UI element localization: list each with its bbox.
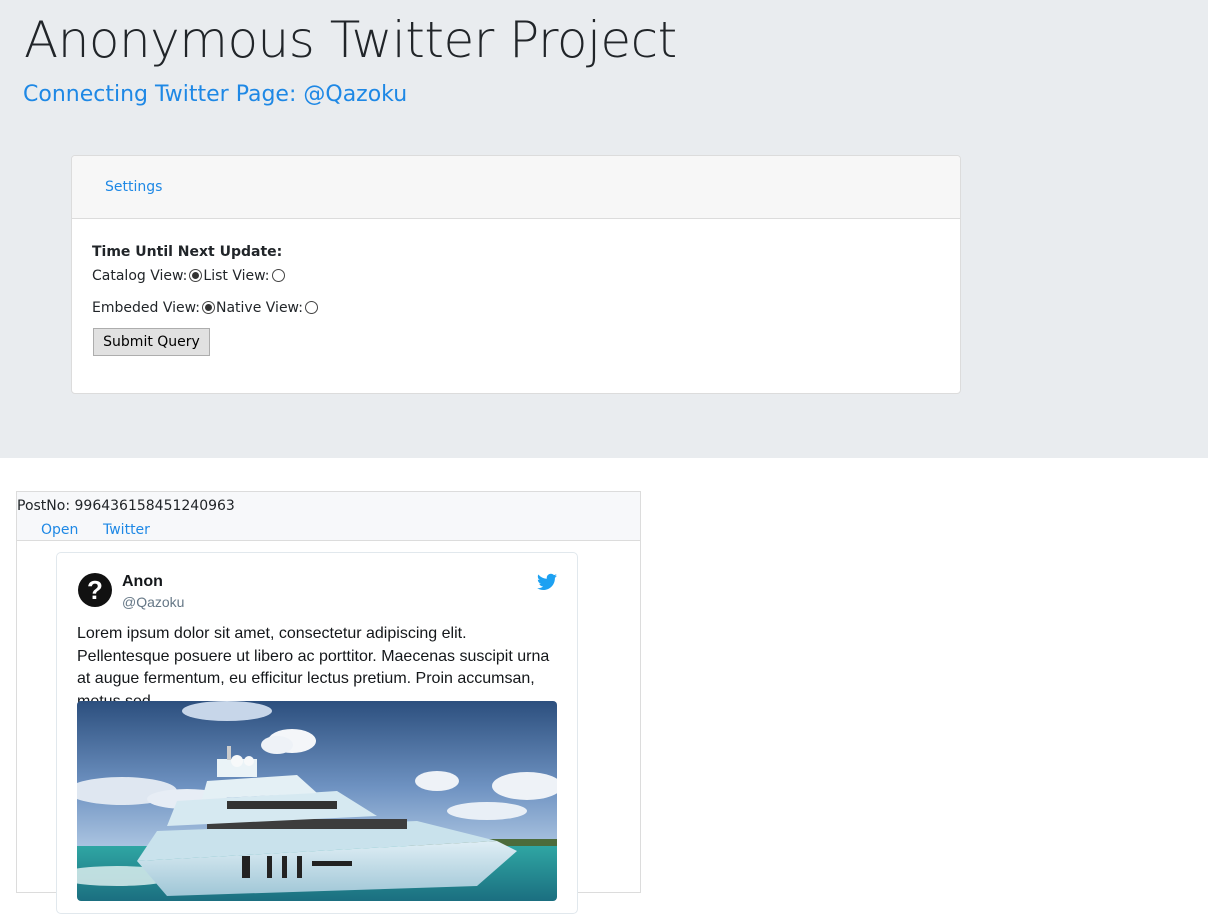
post-number-label: PostNo: — [17, 498, 71, 514]
post-card: PostNo: 996436158451240963 Open Twitter … — [16, 491, 641, 914]
embedded-tweet[interactable]: ? Anon @Qazoku Lorem ipsum dolor sit ame… — [56, 552, 578, 914]
page-title: Anonymous Twitter Project — [24, 11, 677, 69]
embedded-view-label: Embeded View: — [92, 300, 200, 316]
embedded-view-radio[interactable] — [202, 300, 215, 314]
native-view-radio[interactable] — [304, 300, 318, 314]
tweet-media[interactable] — [77, 701, 557, 901]
open-link[interactable]: Open — [41, 522, 78, 538]
connecting-page-link[interactable]: Connecting Twitter Page: @Qazoku — [23, 80, 407, 110]
catalog-view-label: Catalog View: — [92, 268, 188, 284]
list-view-radio[interactable] — [271, 268, 285, 282]
submit-query-button[interactable]: Submit Query — [93, 328, 210, 356]
settings-card-header: Settings — [72, 156, 960, 219]
native-view-label: Native View: — [216, 300, 303, 316]
post-number-value: 996436158451240963 — [74, 498, 235, 514]
jumbotron: Anonymous Twitter Project Connecting Twi… — [0, 0, 1208, 458]
tweet-author-handle[interactable]: @Qazoku — [122, 594, 184, 610]
view-mode-row: Catalog View: List View: — [92, 268, 286, 284]
list-view-label: List View: — [203, 268, 270, 284]
display-mode-row: Embeded View: Native View: — [92, 300, 319, 316]
post-number: PostNo: 996436158451240963 — [17, 498, 235, 514]
question-mark-icon[interactable]: ? — [78, 573, 112, 607]
update-timer-label: Time Until Next Update: — [92, 244, 283, 260]
settings-card: Settings Time Until Next Update: Catalog… — [71, 155, 961, 394]
twitter-bird-icon[interactable] — [537, 573, 557, 591]
post-header: PostNo: 996436158451240963 Open Twitter — [17, 492, 640, 541]
tweet-author-name[interactable]: Anon — [122, 573, 163, 591]
tab-settings[interactable]: Settings — [105, 179, 162, 195]
catalog-view-radio[interactable] — [189, 268, 203, 282]
yacht-photo[interactable] — [77, 701, 557, 901]
twitter-link[interactable]: Twitter — [103, 522, 150, 538]
tweet-text: Lorem ipsum dolor sit amet, consectetur … — [77, 625, 550, 710]
